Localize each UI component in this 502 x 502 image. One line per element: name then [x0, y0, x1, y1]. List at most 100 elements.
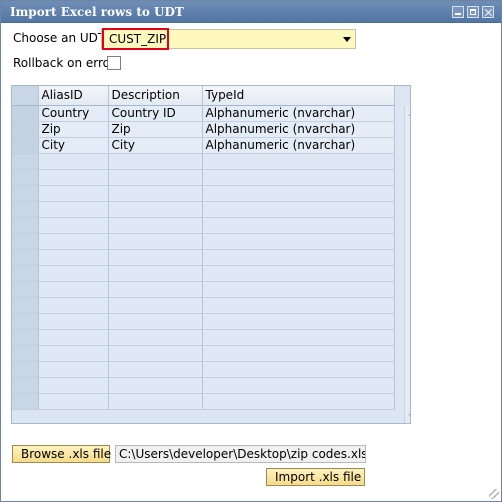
row-selector[interactable]: [12, 393, 39, 410]
table-cell[interactable]: [202, 249, 395, 266]
table-cell[interactable]: [38, 281, 109, 298]
table-row[interactable]: [12, 265, 395, 282]
table-row[interactable]: [12, 329, 395, 346]
table-cell[interactable]: [38, 377, 109, 394]
table-cell[interactable]: [202, 313, 395, 330]
row-selector[interactable]: [12, 153, 39, 170]
row-selector[interactable]: [12, 313, 39, 330]
row-selector[interactable]: [12, 121, 39, 138]
row-selector[interactable]: [12, 233, 39, 250]
table-cell[interactable]: [202, 281, 395, 298]
table-cell[interactable]: [108, 169, 203, 186]
table-cell[interactable]: [202, 201, 395, 218]
table-cell[interactable]: [202, 217, 395, 234]
table-cell[interactable]: [108, 361, 203, 378]
table-cell[interactable]: Alphanumeric (nvarchar): [202, 121, 395, 138]
table-cell[interactable]: City: [38, 137, 109, 154]
column-header-description[interactable]: Description: [108, 86, 203, 106]
table-cell[interactable]: [108, 201, 203, 218]
table-cell[interactable]: Alphanumeric (nvarchar): [202, 137, 395, 154]
table-cell[interactable]: City: [108, 137, 203, 154]
table-cell[interactable]: [38, 153, 109, 170]
table-row[interactable]: Country Country ID Alphanumeric (nvarchar): [12, 105, 395, 122]
vertical-scrollbar[interactable]: [404, 106, 410, 423]
table-cell[interactable]: [202, 393, 395, 410]
table-cell[interactable]: [202, 265, 395, 282]
table-cell[interactable]: [202, 297, 395, 314]
row-selector[interactable]: [12, 281, 39, 298]
row-selector[interactable]: [12, 345, 39, 362]
rollback-checkbox[interactable]: [107, 56, 121, 70]
scroll-down-icon[interactable]: [408, 414, 410, 419]
table-row[interactable]: [12, 169, 395, 186]
table-cell[interactable]: [38, 201, 109, 218]
table-cell[interactable]: [108, 377, 203, 394]
table-cell[interactable]: [108, 217, 203, 234]
table-cell[interactable]: [38, 249, 109, 266]
table-cell[interactable]: Zip: [108, 121, 203, 138]
table-cell[interactable]: [38, 329, 109, 346]
row-selector[interactable]: [12, 217, 39, 234]
table-row[interactable]: City City Alphanumeric (nvarchar): [12, 137, 395, 154]
maximize-icon[interactable]: [467, 6, 479, 18]
udt-fields-grid[interactable]: AliasID Description TypeId Country Countr…: [11, 85, 411, 424]
table-row[interactable]: [12, 233, 395, 250]
scroll-up-icon[interactable]: [408, 111, 410, 116]
table-cell[interactable]: [38, 313, 109, 330]
table-row[interactable]: [12, 313, 395, 330]
resize-grip-icon[interactable]: [489, 489, 499, 499]
table-cell[interactable]: [202, 361, 395, 378]
table-cell[interactable]: [108, 297, 203, 314]
row-selector[interactable]: [12, 185, 39, 202]
browse-xls-button[interactable]: Browse .xls file: [12, 445, 111, 463]
table-cell[interactable]: [108, 393, 203, 410]
table-cell[interactable]: Country ID: [108, 105, 203, 122]
table-row[interactable]: [12, 393, 395, 410]
row-selector[interactable]: [12, 169, 39, 186]
table-cell[interactable]: Country: [38, 105, 109, 122]
table-cell[interactable]: [38, 169, 109, 186]
close-icon[interactable]: [482, 6, 494, 18]
table-cell[interactable]: [38, 361, 109, 378]
row-selector[interactable]: [12, 377, 39, 394]
table-cell[interactable]: [38, 345, 109, 362]
table-cell[interactable]: [202, 153, 395, 170]
row-selector[interactable]: [12, 361, 39, 378]
row-selector[interactable]: [12, 329, 39, 346]
table-cell[interactable]: [108, 313, 203, 330]
table-cell[interactable]: [202, 377, 395, 394]
table-cell[interactable]: [202, 169, 395, 186]
table-cell[interactable]: [108, 281, 203, 298]
table-cell[interactable]: [202, 329, 395, 346]
table-row[interactable]: Zip Zip Alphanumeric (nvarchar): [12, 121, 395, 138]
table-cell[interactable]: [38, 265, 109, 282]
table-row[interactable]: [12, 281, 395, 298]
table-row[interactable]: [12, 361, 395, 378]
table-cell[interactable]: Zip: [38, 121, 109, 138]
table-cell[interactable]: [108, 185, 203, 202]
column-header-aliasid[interactable]: AliasID: [38, 86, 109, 106]
table-cell[interactable]: [108, 153, 203, 170]
title-bar[interactable]: Import Excel rows to UDT: [1, 1, 501, 23]
table-row[interactable]: [12, 377, 395, 394]
table-cell[interactable]: [108, 329, 203, 346]
table-cell[interactable]: [202, 345, 395, 362]
table-cell[interactable]: [38, 297, 109, 314]
row-selector[interactable]: [12, 297, 39, 314]
table-cell[interactable]: [202, 233, 395, 250]
table-row[interactable]: [12, 249, 395, 266]
table-row[interactable]: [12, 297, 395, 314]
table-cell[interactable]: [108, 249, 203, 266]
table-row[interactable]: [12, 345, 395, 362]
table-cell[interactable]: [108, 233, 203, 250]
udt-select[interactable]: CUST_ZIP: [101, 28, 356, 50]
table-cell[interactable]: [108, 345, 203, 362]
import-xls-button[interactable]: Import .xls file: [266, 468, 365, 486]
row-selector[interactable]: [12, 137, 39, 154]
table-cell[interactable]: [38, 233, 109, 250]
chevron-down-icon[interactable]: [343, 37, 351, 42]
table-cell[interactable]: [38, 393, 109, 410]
table-cell[interactable]: Alphanumeric (nvarchar): [202, 105, 395, 122]
table-cell[interactable]: [38, 185, 109, 202]
table-cell[interactable]: [202, 185, 395, 202]
